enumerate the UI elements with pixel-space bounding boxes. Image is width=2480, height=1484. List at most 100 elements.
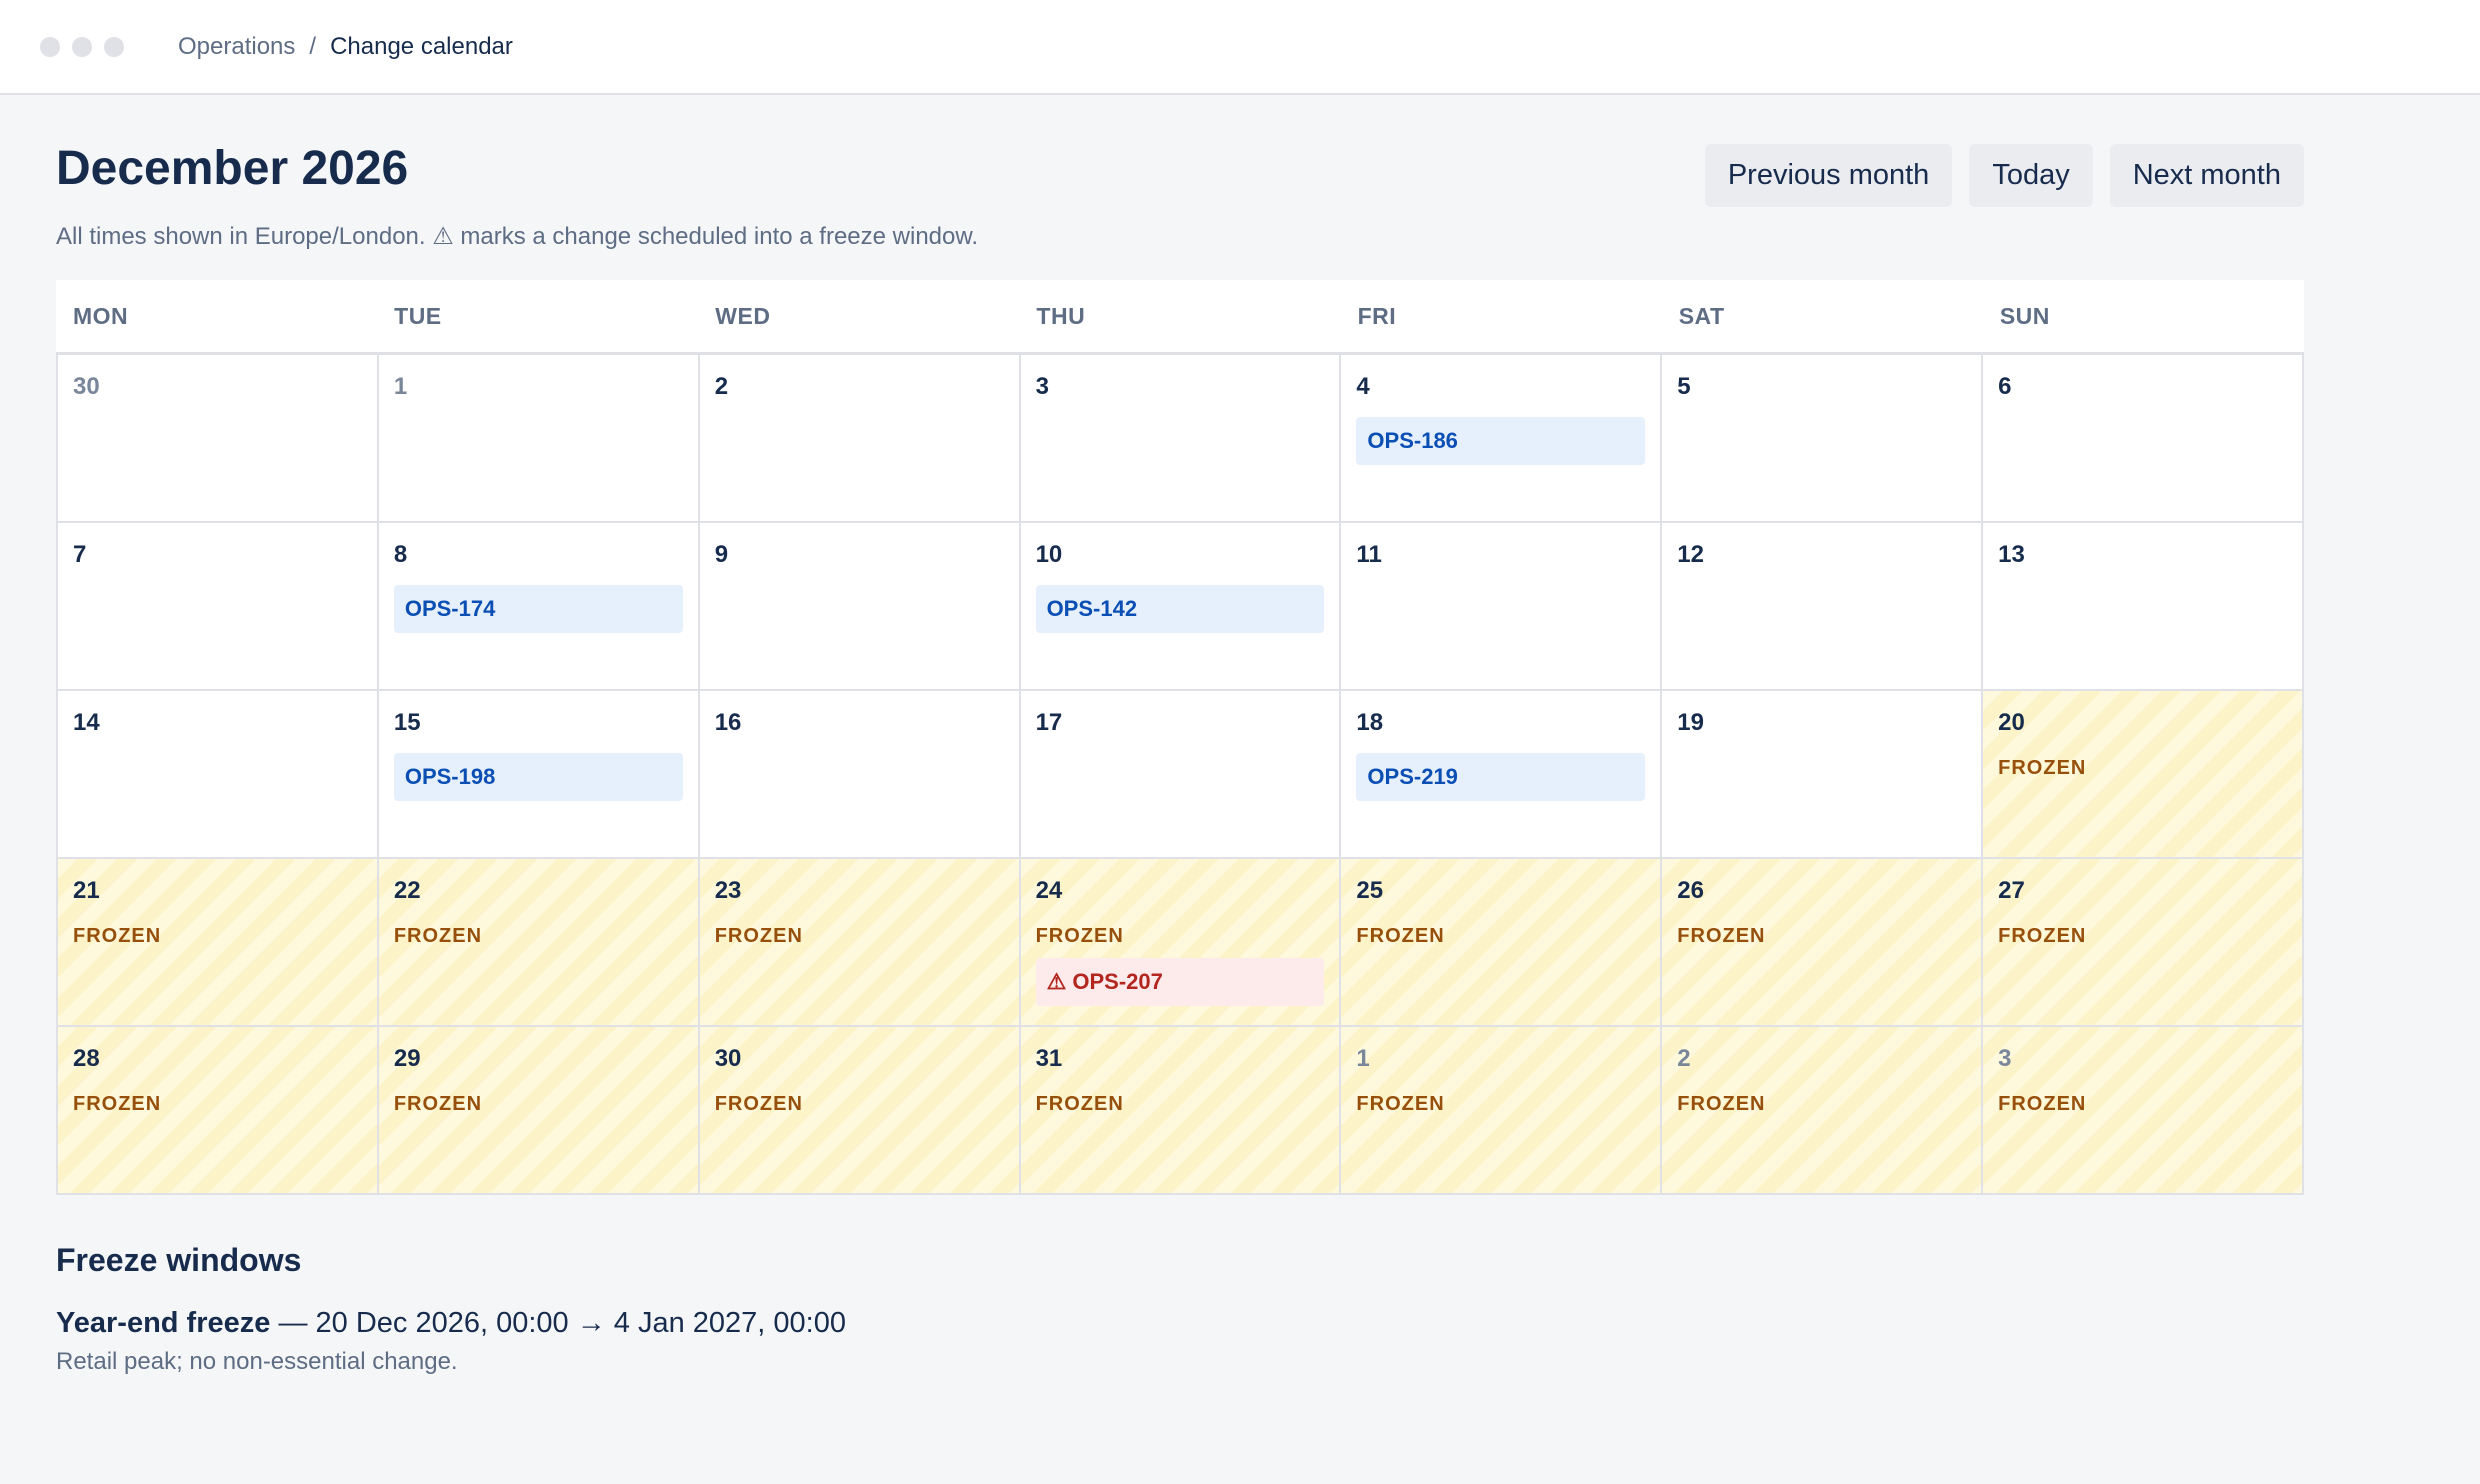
calendar-day-cell[interactable]: 28 FROZEN — [58, 1027, 379, 1195]
freeze-window-line: Year-end freeze — 20 Dec 2026, 00:00 → 4… — [56, 1307, 2304, 1340]
calendar-day-cell[interactable]: 29 FROZEN — [378, 1027, 700, 1195]
day-number: 2 — [1677, 1045, 1691, 1072]
calendar-day-cell[interactable]: 19 — [1662, 691, 1984, 859]
calendar-day-cell[interactable]: 16 — [699, 691, 1021, 859]
calendar-day-cell[interactable]: 3 — [1020, 355, 1342, 523]
frozen-badge: FROZEN — [714, 1093, 803, 1115]
calendar-day-cell[interactable]: 6 — [1983, 355, 2304, 523]
calendar-day-cell[interactable]: 8 OPS-174 — [378, 523, 700, 691]
calendar-day-cell[interactable]: 13 — [1983, 523, 2304, 691]
weekday-header-thu: THU — [1036, 302, 1086, 329]
day-number: 30 — [714, 1045, 742, 1072]
calendar-day-cell[interactable]: 14 — [58, 691, 379, 859]
day-number: 6 — [1998, 373, 2012, 400]
frozen-badge: FROZEN — [73, 1093, 162, 1115]
previous-month-button[interactable]: Previous month — [1704, 144, 1953, 207]
calendar-day-cell[interactable]: 2 — [699, 355, 1021, 523]
day-number: 15 — [393, 709, 421, 736]
frozen-badge: FROZEN — [714, 925, 803, 947]
breadcrumb-operations-link[interactable]: Operations — [178, 33, 295, 61]
frozen-badge: FROZEN — [1998, 757, 2087, 779]
window-dot-icon[interactable] — [104, 36, 124, 57]
change-chip[interactable]: OPS-219 — [1356, 753, 1646, 801]
calendar-day-cell[interactable]: 18 OPS-219 — [1341, 691, 1663, 859]
calendar-day-cell[interactable]: 25 FROZEN — [1341, 859, 1663, 1027]
calendar-day-cell[interactable]: 2 FROZEN — [1662, 1027, 1984, 1195]
page-title: December 2026 — [56, 142, 409, 195]
weekday-header-wed: WED — [715, 302, 771, 329]
weekday-header-sun: SUN — [1999, 302, 2050, 329]
day-number: 22 — [393, 877, 421, 904]
day-number: 17 — [1035, 709, 1063, 736]
calendar-day-cell[interactable]: 23 FROZEN — [699, 859, 1021, 1027]
calendar-day-cell[interactable]: 5 — [1662, 355, 1984, 523]
calendar-day-cell[interactable]: 15 OPS-198 — [378, 691, 700, 859]
calendar-day-cell[interactable]: 26 FROZEN — [1662, 859, 1984, 1027]
calendar-day-cell[interactable]: 22 FROZEN — [378, 859, 700, 1027]
day-number: 31 — [1035, 1045, 1063, 1072]
calendar-day-cell[interactable]: 4 OPS-186 — [1341, 355, 1663, 523]
today-button[interactable]: Today — [1969, 144, 2093, 207]
change-chip-warning[interactable]: ⚠ OPS-207 — [1035, 958, 1325, 1006]
frozen-badge: FROZEN — [1356, 925, 1445, 947]
freeze-window-item: Year-end freeze — 20 Dec 2026, 00:00 → 4… — [56, 1307, 2304, 1376]
frozen-badge: FROZEN — [1356, 1093, 1445, 1115]
calendar-day-cell[interactable]: 11 — [1341, 523, 1663, 691]
calendar-day-cell[interactable]: 21 FROZEN — [58, 859, 379, 1027]
month-navigation: Previous month Today Next month — [1704, 144, 2304, 207]
calendar-day-cell[interactable]: 1 — [378, 355, 700, 523]
weekday-header-fri: FRI — [1357, 302, 1397, 329]
day-number: 24 — [1035, 877, 1063, 904]
day-number: 25 — [1356, 877, 1384, 904]
day-number: 16 — [714, 709, 742, 736]
day-number: 21 — [73, 877, 100, 904]
calendar-grid: 30 1 2 3 4 OPS-186 5 6 7 8 OPS-174 9 10 OPS-142 11 12 13… — [56, 355, 2304, 1195]
freeze-windows-section: Freeze windows Year-end freeze — 20 Dec … — [56, 1242, 2304, 1376]
breadcrumb-current: Change calendar — [330, 32, 513, 60]
calendar-day-cell[interactable]: 20 FROZEN — [1983, 691, 2304, 859]
calendar-day-cell[interactable]: 27 FROZEN — [1983, 859, 2304, 1027]
calendar-day-cell[interactable]: 9 — [699, 523, 1021, 691]
calendar-day-cell[interactable]: 12 — [1662, 523, 1984, 691]
calendar-day-cell[interactable]: 17 — [1020, 691, 1342, 859]
freeze-windows-heading: Freeze windows — [56, 1242, 302, 1278]
day-number: 26 — [1677, 877, 1704, 904]
day-number: 29 — [393, 1045, 421, 1072]
day-number: 12 — [1677, 541, 1704, 568]
day-number: 3 — [1035, 373, 1049, 400]
day-number: 13 — [1998, 541, 2025, 568]
calendar-day-cell[interactable]: 30 — [58, 355, 379, 523]
window-dot-icon[interactable] — [40, 36, 60, 57]
calendar-day-cell[interactable]: 31 FROZEN — [1020, 1027, 1342, 1195]
frozen-badge: FROZEN — [393, 1093, 483, 1115]
change-chip[interactable]: OPS-142 — [1035, 585, 1325, 633]
frozen-badge: FROZEN — [1998, 925, 2087, 947]
calendar-day-cell[interactable]: 30 FROZEN — [699, 1027, 1021, 1195]
calendar-day-cell[interactable]: 10 OPS-142 — [1020, 523, 1342, 691]
top-bar: Operations / Change calendar — [0, 0, 2480, 95]
breadcrumb-separator: / — [309, 32, 317, 60]
window-dot-icon[interactable] — [72, 36, 92, 57]
day-number: 9 — [714, 541, 729, 568]
day-number: 28 — [73, 1045, 100, 1072]
change-chip[interactable]: OPS-198 — [393, 753, 683, 801]
day-number: 1 — [393, 373, 408, 400]
calendar: MON TUE WED THU FRI SAT SUN 30 1 2 3 4 OPS-186 5 6 7 8 O… — [56, 280, 2304, 1195]
frozen-badge: FROZEN — [1677, 925, 1766, 947]
calendar-day-cell[interactable]: 1 FROZEN — [1341, 1027, 1663, 1195]
next-month-button[interactable]: Next month — [2109, 144, 2304, 207]
day-number: 19 — [1677, 709, 1704, 736]
day-number: 23 — [714, 877, 742, 904]
calendar-day-cell[interactable]: 24 FROZEN ⚠ OPS-207 — [1020, 859, 1342, 1027]
change-chip[interactable]: OPS-174 — [393, 585, 683, 633]
calendar-day-cell[interactable]: 3 FROZEN — [1983, 1027, 2304, 1195]
day-number: 3 — [1998, 1045, 2012, 1072]
breadcrumb: Operations / Change calendar — [178, 33, 513, 61]
day-number: 2 — [714, 373, 729, 400]
day-number: 4 — [1356, 373, 1370, 400]
change-chip[interactable]: OPS-186 — [1356, 417, 1646, 465]
day-number: 1 — [1356, 1045, 1370, 1072]
window-controls — [40, 36, 124, 57]
calendar-day-cell[interactable]: 7 — [58, 523, 379, 691]
weekday-header-row: MON TUE WED THU FRI SAT SUN — [56, 280, 2304, 355]
